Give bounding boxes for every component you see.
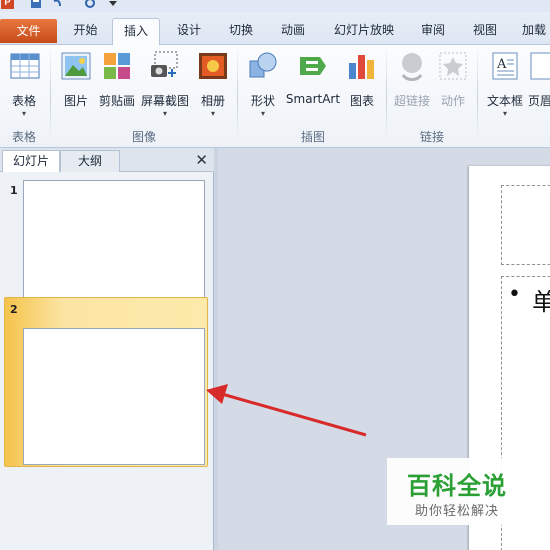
close-panel-icon[interactable]: ✕	[195, 150, 208, 170]
group-label-tables: 表格	[11, 130, 36, 144]
svg-text:A: A	[496, 57, 507, 72]
textbox-label: 文本框	[486, 94, 523, 108]
screenshot-dropdown-icon: ▾	[162, 109, 167, 118]
shapes-icon	[249, 52, 277, 78]
customize-qat-icon[interactable]	[107, 0, 119, 9]
header-footer-label: 页眉	[528, 94, 550, 108]
tab-file[interactable]: 文件	[0, 19, 57, 43]
ribbon-insert: 表格 ▾ 表格 图片 剪贴画 屏幕截图 ▾ 相册 ▾ 图像 形状 ▾ Smart…	[0, 45, 550, 148]
textbox-dropdown-icon: ▾	[502, 109, 507, 118]
table-dropdown-icon: ▾	[21, 109, 26, 118]
save-icon[interactable]	[30, 0, 42, 9]
picture-label: 图片	[63, 94, 88, 108]
title-placeholder[interactable]	[501, 185, 550, 265]
slide-thumbnail-2[interactable]	[23, 328, 205, 465]
tab-slides[interactable]: 幻灯片	[2, 150, 60, 172]
tab-slideshow[interactable]: 幻灯片放映	[324, 18, 404, 45]
group-separator	[386, 49, 387, 145]
hyperlink-label: 超链接	[393, 94, 430, 108]
group-separator	[477, 49, 478, 145]
watermark: 百科全说 助你轻松解决	[387, 458, 532, 525]
screenshot-icon	[151, 51, 178, 77]
chart-icon	[349, 55, 374, 79]
hyperlink-icon	[401, 53, 423, 81]
table-label: 表格	[11, 94, 36, 108]
powerpoint-logo-icon: P	[1, 0, 14, 9]
group-label-links: 链接	[419, 130, 444, 144]
table-icon	[10, 53, 40, 79]
tab-design[interactable]: 设计	[166, 18, 212, 45]
clipart-label: 剪贴画	[98, 94, 135, 108]
quick-access-toolbar: P	[0, 0, 550, 12]
bullet-point: •	[508, 282, 521, 307]
tab-insert[interactable]: 插入	[112, 18, 160, 46]
tab-animations[interactable]: 动画	[270, 18, 316, 45]
ribbon-tabs: 文件 开始 插入 设计 切换 动画 幻灯片放映 审阅 视图 加载	[0, 12, 550, 46]
shapes-dropdown-icon: ▾	[260, 109, 265, 118]
redo-icon[interactable]	[84, 0, 96, 9]
group-label-illustrations: 插图	[300, 130, 325, 144]
watermark-subtitle: 助你轻松解决	[414, 504, 499, 519]
tab-view[interactable]: 视图	[462, 18, 508, 45]
header-footer-icon	[530, 52, 550, 80]
panel-tabs: 幻灯片 大纲 ✕	[0, 148, 214, 172]
group-separator	[50, 49, 51, 145]
screenshot-label: 屏幕截图	[140, 94, 189, 108]
textbox-icon: A	[492, 52, 518, 80]
undo-icon[interactable]	[51, 0, 63, 9]
clipart-icon	[104, 53, 130, 79]
album-dropdown-icon: ▾	[210, 109, 215, 118]
smartart-icon	[300, 57, 326, 75]
slide-number: 2	[10, 303, 18, 316]
tab-transitions[interactable]: 切换	[218, 18, 264, 45]
action-icon	[439, 52, 467, 80]
photo-album-icon	[199, 53, 227, 79]
slide-number: 1	[10, 184, 18, 197]
group-separator	[237, 49, 238, 145]
shapes-label: 形状	[250, 94, 275, 108]
tab-review[interactable]: 审阅	[410, 18, 456, 45]
group-label-images: 图像	[131, 130, 156, 144]
watermark-title: 百科全说	[407, 472, 507, 500]
slides-panel: 幻灯片 大纲 ✕ 1 2	[0, 148, 214, 550]
tab-outline[interactable]: 大纲	[60, 150, 120, 172]
tab-home[interactable]: 开始	[63, 18, 108, 45]
photo-album-label: 相册	[200, 94, 225, 108]
tab-addins[interactable]: 加载	[514, 18, 550, 45]
picture-icon	[61, 52, 91, 80]
action-label: 动作	[440, 94, 465, 108]
placeholder-text: 单	[532, 288, 550, 316]
smartart-label: SmartArt	[285, 92, 341, 106]
chart-label: 图表	[349, 94, 374, 108]
